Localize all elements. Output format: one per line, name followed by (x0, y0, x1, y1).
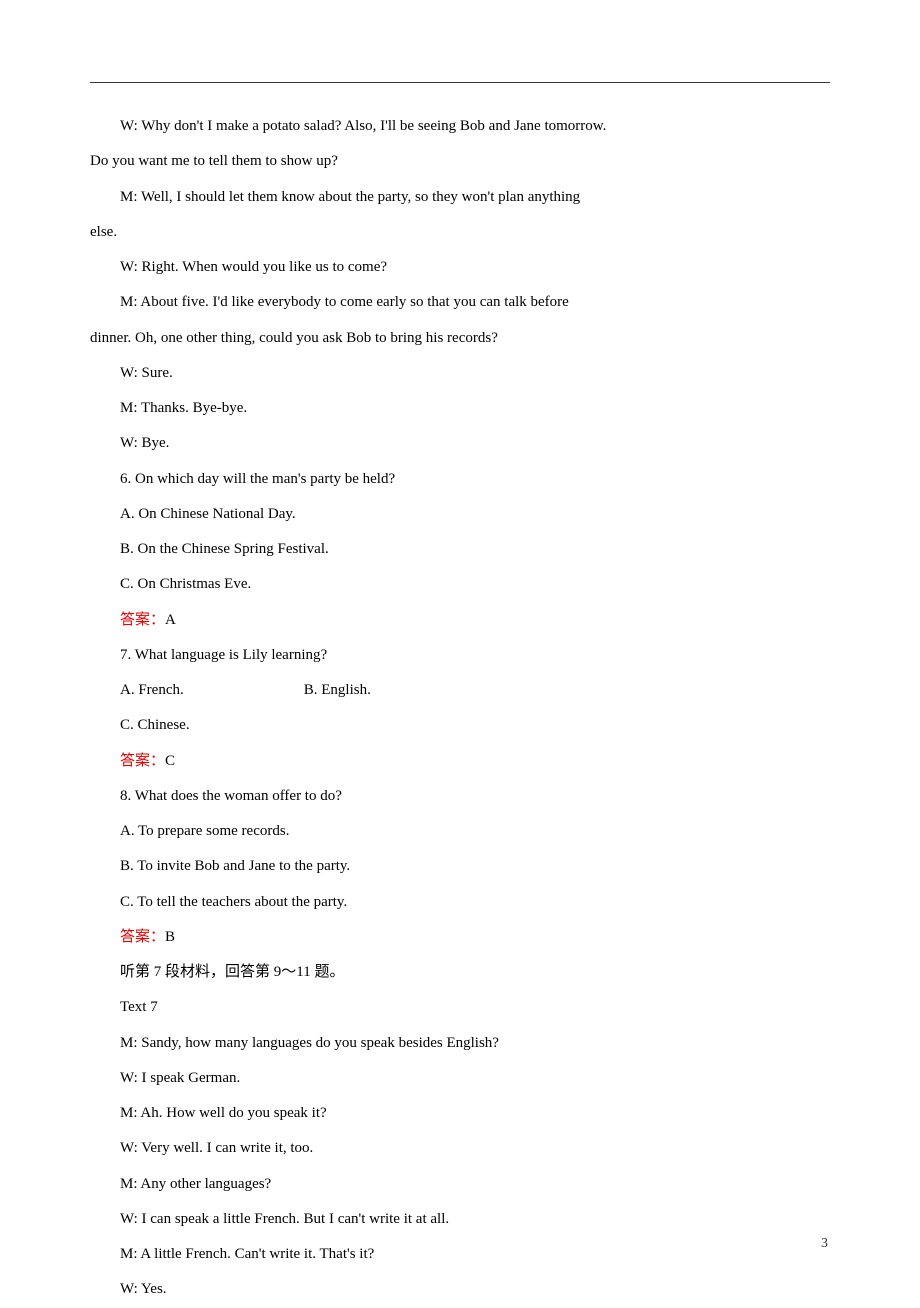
text: W: Right. When would you like us to come… (120, 259, 387, 275)
text: W: Very well. I can write it, too. (120, 1140, 313, 1156)
option-line: B. On the Chinese Spring Festival. (90, 532, 830, 567)
dialogue-line: M: A little French. Can't write it. That… (90, 1237, 830, 1272)
text: W: I can speak a little French. But I ca… (120, 1211, 449, 1227)
text: W: Why don't I make a potato salad? Also… (120, 118, 606, 134)
dialogue-line: W: Yes. (90, 1272, 830, 1307)
option-line: A. To prepare some records. (90, 814, 830, 849)
dialogue-line: W: Bye. (90, 426, 830, 461)
dialogue-line: W: Right. When would you like us to come… (90, 250, 830, 285)
option-line: A. French. B. English. (90, 673, 830, 708)
text: Do you want me to tell them to show up? (90, 153, 338, 169)
text: B. On the Chinese Spring Festival. (120, 541, 329, 557)
answer-label: 答案： (120, 929, 165, 945)
text: M: Well, I should let them know about th… (120, 189, 580, 205)
text-heading: Text 7 (90, 990, 830, 1025)
text: M: About five. I'd like everybody to com… (120, 294, 569, 310)
question-line: 7. What language is Lily learning? (90, 638, 830, 673)
text: C. On Christmas Eve. (120, 576, 251, 592)
answer-label: 答案： (120, 753, 165, 769)
question-line: 8. What does the woman offer to do? (90, 779, 830, 814)
dialogue-line: W: I speak German. (90, 1061, 830, 1096)
dialogue-line: Do you want me to tell them to show up? (90, 144, 830, 179)
text: C. To tell the teachers about the party. (120, 894, 347, 910)
option-line: C. On Christmas Eve. (90, 567, 830, 602)
answer-value: A (165, 612, 176, 628)
dialogue-line: dinner. Oh, one other thing, could you a… (90, 321, 830, 356)
text: M: Any other languages? (120, 1176, 271, 1192)
text: else. (90, 224, 117, 240)
text: B. English. (304, 682, 371, 698)
question-line: 6. On which day will the man's party be … (90, 462, 830, 497)
option-line: B. To invite Bob and Jane to the party. (90, 849, 830, 884)
text: B. To invite Bob and Jane to the party. (120, 858, 350, 874)
text: W: Yes. (120, 1281, 167, 1297)
option-line: C. Chinese. (90, 708, 830, 743)
text: 6. On which day will the man's party be … (120, 471, 395, 487)
dialogue-line: W: Why don't I make a potato salad? Also… (90, 109, 830, 144)
dialogue-line: M: Well, I should let them know about th… (90, 180, 830, 215)
text: 7. What language is Lily learning? (120, 647, 327, 663)
answer-line: 答案：A (90, 603, 830, 638)
page-number: 3 (821, 1236, 828, 1252)
dialogue-line: M: About five. I'd like everybody to com… (90, 285, 830, 320)
text: M: Ah. How well do you speak it? (120, 1105, 327, 1121)
answer-line: 答案：B (90, 920, 830, 955)
text: M: Thanks. Bye-bye. (120, 400, 247, 416)
text: W: I speak German. (120, 1070, 240, 1086)
dialogue-line: M: Any other languages? (90, 1167, 830, 1202)
dialogue-line: W: Very well. I can write it, too. (90, 1131, 830, 1166)
dialogue-line: W: Sure. (90, 356, 830, 391)
text: Text 7 (120, 999, 158, 1015)
text: M: A little French. Can't write it. That… (120, 1246, 374, 1262)
text: A. On Chinese National Day. (120, 506, 296, 522)
text: C. Chinese. (120, 717, 190, 733)
dialogue-line: M: Thanks. Bye-bye. (90, 391, 830, 426)
dialogue-line: M: Ah. How well do you speak it? (90, 1096, 830, 1131)
answer-value: B (165, 929, 175, 945)
instruction-line: 听第 7 段材料，回答第 9～11 题。 (90, 955, 830, 990)
answer-label: 答案： (120, 612, 165, 628)
text: 8. What does the woman offer to do? (120, 788, 342, 804)
text: A. To prepare some records. (120, 823, 289, 839)
dialogue-line: W: I can speak a little French. But I ca… (90, 1202, 830, 1237)
text: W: Bye. (120, 435, 169, 451)
answer-line: 答案：C (90, 744, 830, 779)
text: M: Sandy, how many languages do you spea… (120, 1035, 499, 1051)
top-divider (90, 82, 830, 83)
dialogue-line: else. (90, 215, 830, 250)
text: 听第 7 段材料，回答第 9～11 题。 (120, 964, 344, 980)
text: W: Sure. (120, 365, 173, 381)
option-line: C. To tell the teachers about the party. (90, 885, 830, 920)
text: A. French. (120, 682, 184, 698)
option-line: A. On Chinese National Day. (90, 497, 830, 532)
answer-value: C (165, 753, 175, 769)
text: dinner. Oh, one other thing, could you a… (90, 330, 498, 346)
dialogue-line: M: Sandy, how many languages do you spea… (90, 1026, 830, 1061)
